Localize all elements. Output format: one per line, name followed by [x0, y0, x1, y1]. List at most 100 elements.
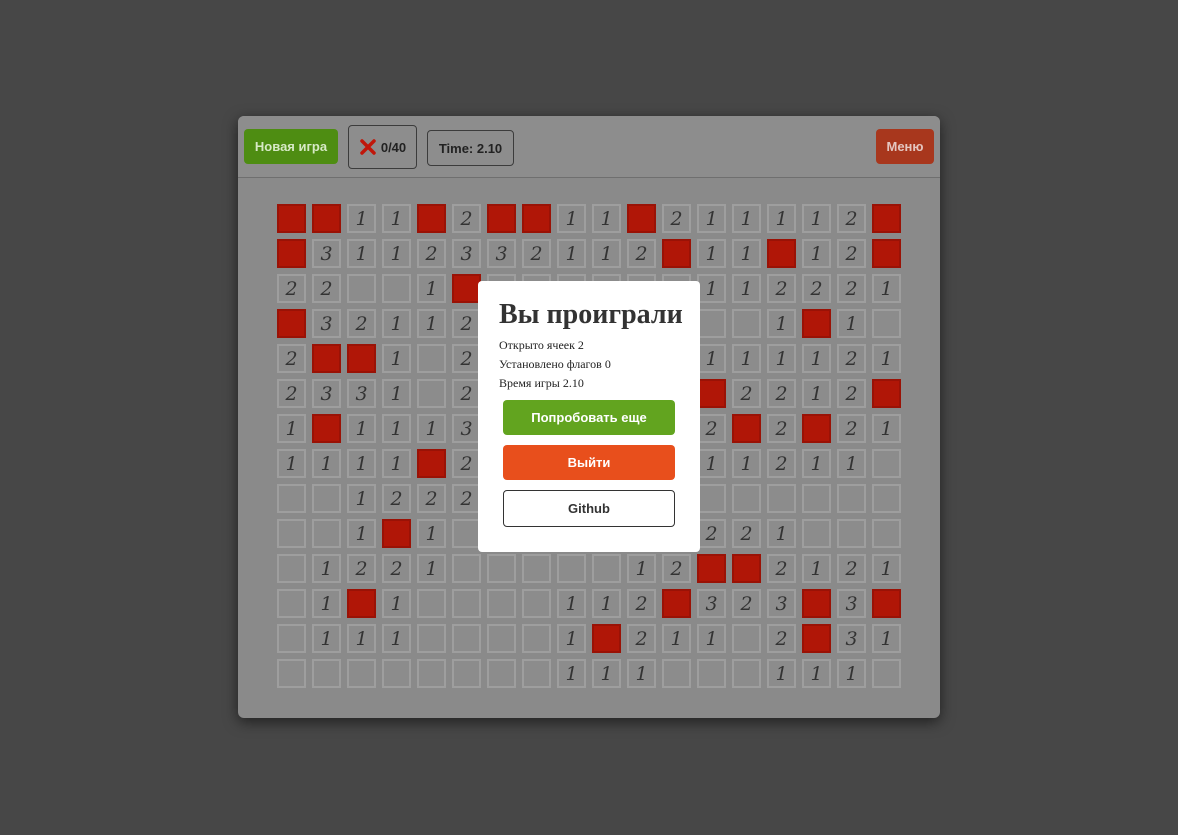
board-cell[interactable]: 1	[382, 204, 411, 233]
new-game-button[interactable]: Новая игра	[244, 129, 338, 164]
board-cell[interactable]	[732, 484, 761, 513]
board-cell[interactable]: 2	[452, 204, 481, 233]
board-cell[interactable]: 2	[662, 204, 691, 233]
board-cell[interactable]: 2	[452, 344, 481, 373]
board-cell[interactable]: 1	[382, 414, 411, 443]
board-cell[interactable]	[452, 554, 481, 583]
board-cell[interactable]	[277, 554, 306, 583]
board-cell[interactable]: 1	[697, 204, 726, 233]
board-cell[interactable]: 1	[382, 344, 411, 373]
board-cell[interactable]: 1	[767, 659, 796, 688]
retry-button[interactable]: Попробовать еще	[503, 400, 675, 435]
board-cell[interactable]: 2	[837, 239, 866, 268]
board-cell[interactable]: 1	[557, 624, 586, 653]
board-cell[interactable]: 2	[382, 554, 411, 583]
mine-cell[interactable]	[312, 414, 341, 443]
board-cell[interactable]: 1	[347, 624, 376, 653]
board-cell[interactable]: 2	[837, 344, 866, 373]
board-cell[interactable]	[347, 659, 376, 688]
board-cell[interactable]: 1	[802, 204, 831, 233]
board-cell[interactable]	[382, 659, 411, 688]
board-cell[interactable]: 1	[662, 624, 691, 653]
board-cell[interactable]	[802, 484, 831, 513]
board-cell[interactable]	[277, 624, 306, 653]
board-cell[interactable]	[312, 519, 341, 548]
board-cell[interactable]	[417, 379, 446, 408]
board-cell[interactable]: 1	[277, 449, 306, 478]
mine-cell[interactable]	[347, 344, 376, 373]
board-cell[interactable]	[872, 484, 901, 513]
board-cell[interactable]: 1	[382, 309, 411, 338]
board-cell[interactable]	[732, 624, 761, 653]
board-cell[interactable]: 1	[347, 239, 376, 268]
board-cell[interactable]: 3	[452, 414, 481, 443]
board-cell[interactable]: 1	[697, 449, 726, 478]
board-cell[interactable]: 1	[872, 554, 901, 583]
board-cell[interactable]	[522, 624, 551, 653]
mine-cell[interactable]	[277, 239, 306, 268]
board-cell[interactable]: 2	[767, 274, 796, 303]
board-cell[interactable]: 1	[697, 624, 726, 653]
board-cell[interactable]: 1	[347, 484, 376, 513]
board-cell[interactable]: 1	[347, 519, 376, 548]
board-cell[interactable]	[277, 589, 306, 618]
github-button[interactable]: Github	[503, 490, 675, 527]
board-cell[interactable]: 3	[312, 239, 341, 268]
board-cell[interactable]: 2	[627, 589, 656, 618]
board-cell[interactable]: 1	[697, 344, 726, 373]
board-cell[interactable]: 1	[557, 659, 586, 688]
board-cell[interactable]: 3	[312, 379, 341, 408]
board-cell[interactable]: 1	[382, 589, 411, 618]
board-cell[interactable]	[592, 554, 621, 583]
mine-cell[interactable]	[417, 449, 446, 478]
board-cell[interactable]: 2	[347, 309, 376, 338]
board-cell[interactable]: 2	[417, 484, 446, 513]
board-cell[interactable]: 1	[872, 344, 901, 373]
board-cell[interactable]	[417, 589, 446, 618]
board-cell[interactable]: 1	[802, 449, 831, 478]
mine-cell[interactable]	[452, 274, 481, 303]
board-cell[interactable]: 1	[557, 204, 586, 233]
board-cell[interactable]: 3	[312, 309, 341, 338]
board-cell[interactable]	[872, 659, 901, 688]
board-cell[interactable]	[382, 274, 411, 303]
board-cell[interactable]	[872, 519, 901, 548]
board-cell[interactable]	[522, 554, 551, 583]
board-cell[interactable]: 1	[872, 414, 901, 443]
mine-cell[interactable]	[522, 204, 551, 233]
board-cell[interactable]: 1	[592, 204, 621, 233]
board-cell[interactable]: 2	[767, 414, 796, 443]
board-cell[interactable]: 3	[452, 239, 481, 268]
board-cell[interactable]: 3	[487, 239, 516, 268]
board-cell[interactable]: 2	[347, 554, 376, 583]
board-cell[interactable]: 1	[802, 659, 831, 688]
board-cell[interactable]	[487, 624, 516, 653]
board-cell[interactable]: 3	[697, 589, 726, 618]
board-cell[interactable]: 2	[802, 274, 831, 303]
mine-cell[interactable]	[662, 239, 691, 268]
board-cell[interactable]	[487, 554, 516, 583]
board-cell[interactable]: 1	[872, 274, 901, 303]
board-cell[interactable]: 1	[417, 309, 446, 338]
board-cell[interactable]: 2	[837, 379, 866, 408]
board-cell[interactable]: 2	[837, 204, 866, 233]
mine-cell[interactable]	[872, 379, 901, 408]
board-cell[interactable]	[452, 519, 481, 548]
board-cell[interactable]: 2	[277, 344, 306, 373]
mine-cell[interactable]	[347, 589, 376, 618]
board-cell[interactable]: 2	[452, 379, 481, 408]
mine-cell[interactable]	[417, 204, 446, 233]
mine-cell[interactable]	[697, 554, 726, 583]
board-cell[interactable]: 2	[627, 624, 656, 653]
board-cell[interactable]	[522, 659, 551, 688]
board-cell[interactable]	[802, 519, 831, 548]
board-cell[interactable]: 1	[347, 449, 376, 478]
mine-cell[interactable]	[697, 379, 726, 408]
board-cell[interactable]: 1	[767, 344, 796, 373]
board-cell[interactable]	[837, 484, 866, 513]
board-cell[interactable]: 1	[592, 589, 621, 618]
board-cell[interactable]: 2	[837, 414, 866, 443]
board-cell[interactable]	[697, 309, 726, 338]
board-cell[interactable]: 2	[452, 484, 481, 513]
board-cell[interactable]: 2	[697, 414, 726, 443]
